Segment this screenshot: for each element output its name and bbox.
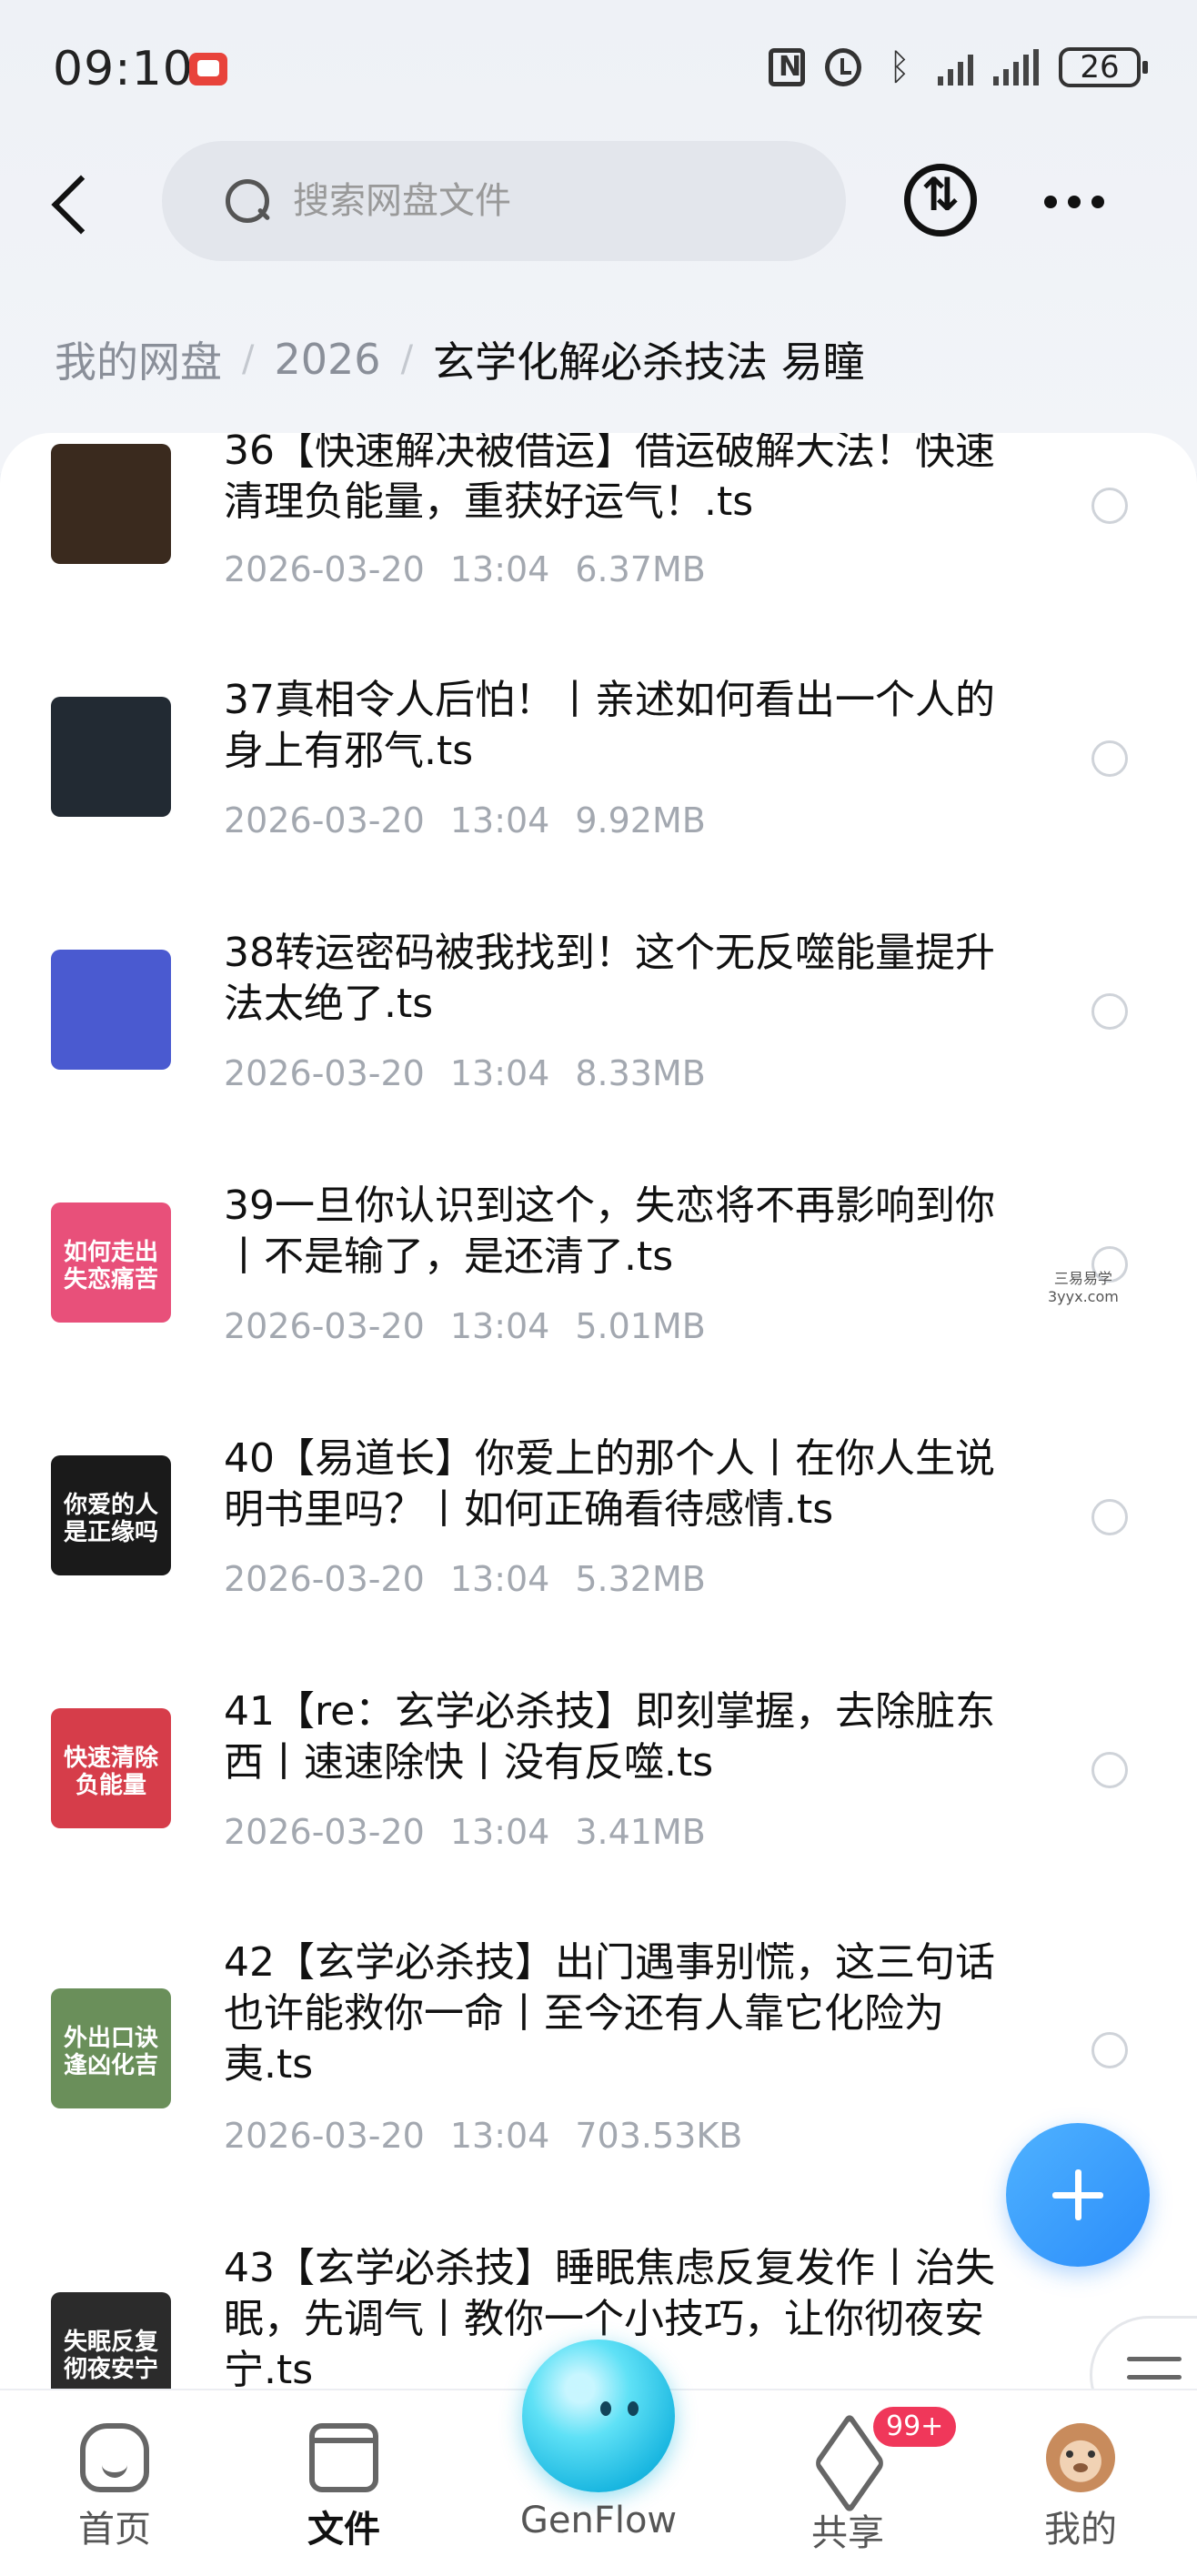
file-size: 5.01MB: [575, 1306, 706, 1346]
nav-me[interactable]: 我的: [990, 2423, 1172, 2552]
file-name: 37真相令人后怕！丨亲述如何看出一个人的身上有邪气.ts: [224, 677, 995, 774]
file-time: 13:04: [449, 549, 550, 589]
nav-home[interactable]: 首页: [24, 2423, 206, 2552]
file-date: 2026-03-20: [224, 800, 425, 840]
thumbnail-caption: 你爱的人是正缘吗: [63, 1492, 158, 1546]
nav-label: 我的: [1044, 2509, 1117, 2551]
file-name: 42【玄学必杀技】出门遇事别慌，这三句话也许能救你一命丨至今还有人靠它化险为夷.…: [224, 1939, 995, 2088]
video-thumbnail: [51, 444, 171, 564]
breadcrumb-separator: /: [242, 338, 255, 380]
nav-files[interactable]: 文件: [253, 2423, 435, 2552]
file-name: 38转运密码被我找到！这个无反噬能量提升法太绝了.ts: [224, 930, 995, 1027]
file-size: 6.37MB: [575, 549, 706, 589]
signal-icon: [938, 49, 973, 86]
file-name: 40【易道长】你爱上的那个人丨在你人生说明书里吗？丨如何正确看待感情.ts: [224, 1435, 995, 1533]
search-input[interactable]: [293, 180, 802, 222]
alarm-icon: [825, 48, 861, 86]
video-thumbnail: 如何走出失恋痛苦: [51, 1202, 171, 1323]
more-icon[interactable]: [1044, 186, 1108, 218]
file-name: 36【快速解决被借运】借运破解大法！快速清理负能量，重获好运气！.ts: [224, 428, 995, 525]
file-meta: 2026-03-20 13:04 5.32MB: [224, 1559, 706, 1599]
breadcrumb-year[interactable]: 2026: [274, 335, 380, 384]
select-radio[interactable]: [1091, 488, 1128, 524]
send-icon: [811, 2423, 884, 2496]
file-size: 3.41MB: [575, 1812, 706, 1852]
genflow-icon[interactable]: [522, 2340, 675, 2492]
file-size: 5.32MB: [575, 1559, 706, 1599]
video-thumbnail: 你爱的人是正缘吗: [51, 1455, 171, 1575]
thumbnail-caption: 快速清除负能量: [63, 1745, 158, 1799]
file-time: 13:04: [449, 1053, 550, 1093]
video-thumbnail: [51, 950, 171, 1070]
select-radio[interactable]: [1091, 2032, 1128, 2068]
transfer-icon[interactable]: [904, 164, 977, 236]
file-time: 13:04: [449, 1559, 550, 1599]
file-date: 2026-03-20: [224, 1559, 425, 1599]
search-bar[interactable]: [162, 141, 846, 261]
file-meta: 2026-03-20 13:04 9.92MB: [224, 800, 706, 840]
search-icon: [222, 176, 273, 226]
thumbnail-caption: 如何走出失恋痛苦: [63, 1239, 158, 1293]
status-time: 09:10: [53, 42, 194, 96]
nav-genflow-label[interactable]: GenFlow: [491, 2500, 706, 2541]
battery-icon: 26: [1059, 47, 1148, 87]
file-meta: 2026-03-20 13:04 3.41MB: [224, 1812, 706, 1852]
file-time: 13:04: [449, 2116, 550, 2156]
video-thumbnail: [51, 697, 171, 817]
file-size: 8.33MB: [575, 1053, 706, 1093]
add-button[interactable]: [1006, 2123, 1150, 2267]
file-date: 2026-03-20: [224, 1306, 425, 1346]
folder-icon: [309, 2423, 378, 2492]
file-meta: 2026-03-20 13:04 5.01MB: [224, 1306, 706, 1346]
watermark: 三易易学 3yyx.com: [1048, 1270, 1119, 1305]
bluetooth-icon: ᛒ: [889, 46, 910, 88]
file-date: 2026-03-20: [224, 549, 425, 589]
nav-label: 文件: [307, 2509, 380, 2551]
video-thumbnail: 外出口诀逢凶化吉: [51, 1988, 171, 2108]
file-time: 13:04: [449, 1306, 550, 1346]
thumbnail-caption: 失眠反复彻夜安宁: [63, 2329, 158, 2383]
breadcrumb-current: 玄学化解必杀技法 易瞳: [433, 337, 865, 387]
file-name: 39一旦你认识到这个，失恋将不再影响到你丨不是输了，是还清了.ts: [224, 1182, 995, 1280]
file-date: 2026-03-20: [224, 2116, 425, 2156]
nav-label: 首页: [78, 2509, 151, 2551]
file-meta: 2026-03-20 13:04 6.37MB: [224, 549, 706, 589]
recording-icon: [189, 53, 227, 86]
file-name: 41【re：玄学必杀技】即刻掌握，去除脏东西丨速速除快丨没有反噬.ts: [224, 1688, 996, 1786]
file-size: 703.53KB: [575, 2116, 743, 2156]
select-radio[interactable]: [1091, 740, 1128, 777]
share-badge: 99+: [873, 2407, 957, 2447]
file-time: 13:04: [449, 1812, 550, 1852]
status-bar: 09:10 ᛒ 26: [0, 36, 1197, 109]
thumbnail-caption: 外出口诀逢凶化吉: [63, 2025, 158, 2079]
select-radio[interactable]: [1091, 1752, 1128, 1788]
nfc-icon: [769, 48, 805, 86]
back-icon[interactable]: [44, 167, 98, 240]
breadcrumb-root[interactable]: 我的网盘: [55, 329, 222, 389]
select-radio[interactable]: [1091, 1499, 1128, 1535]
file-date: 2026-03-20: [224, 1053, 425, 1093]
breadcrumb-separator: /: [400, 338, 414, 380]
file-date: 2026-03-20: [224, 1812, 425, 1852]
file-meta: 2026-03-20 13:04 8.33MB: [224, 1053, 706, 1093]
avatar: [1046, 2423, 1115, 2492]
video-thumbnail: 快速清除负能量: [51, 1708, 171, 1828]
breadcrumb: 我的网盘 / 2026 / 玄学化解必杀技法 易瞳: [55, 329, 865, 389]
file-meta: 2026-03-20 13:04 703.53KB: [224, 2116, 742, 2156]
file-time: 13:04: [449, 800, 550, 840]
signal-4g-icon: [993, 49, 1039, 86]
file-size: 9.92MB: [575, 800, 706, 840]
video-thumbnail: 失眠反复彻夜安宁: [51, 2292, 171, 2389]
select-radio[interactable]: [1091, 993, 1128, 1030]
home-icon: [80, 2423, 149, 2492]
